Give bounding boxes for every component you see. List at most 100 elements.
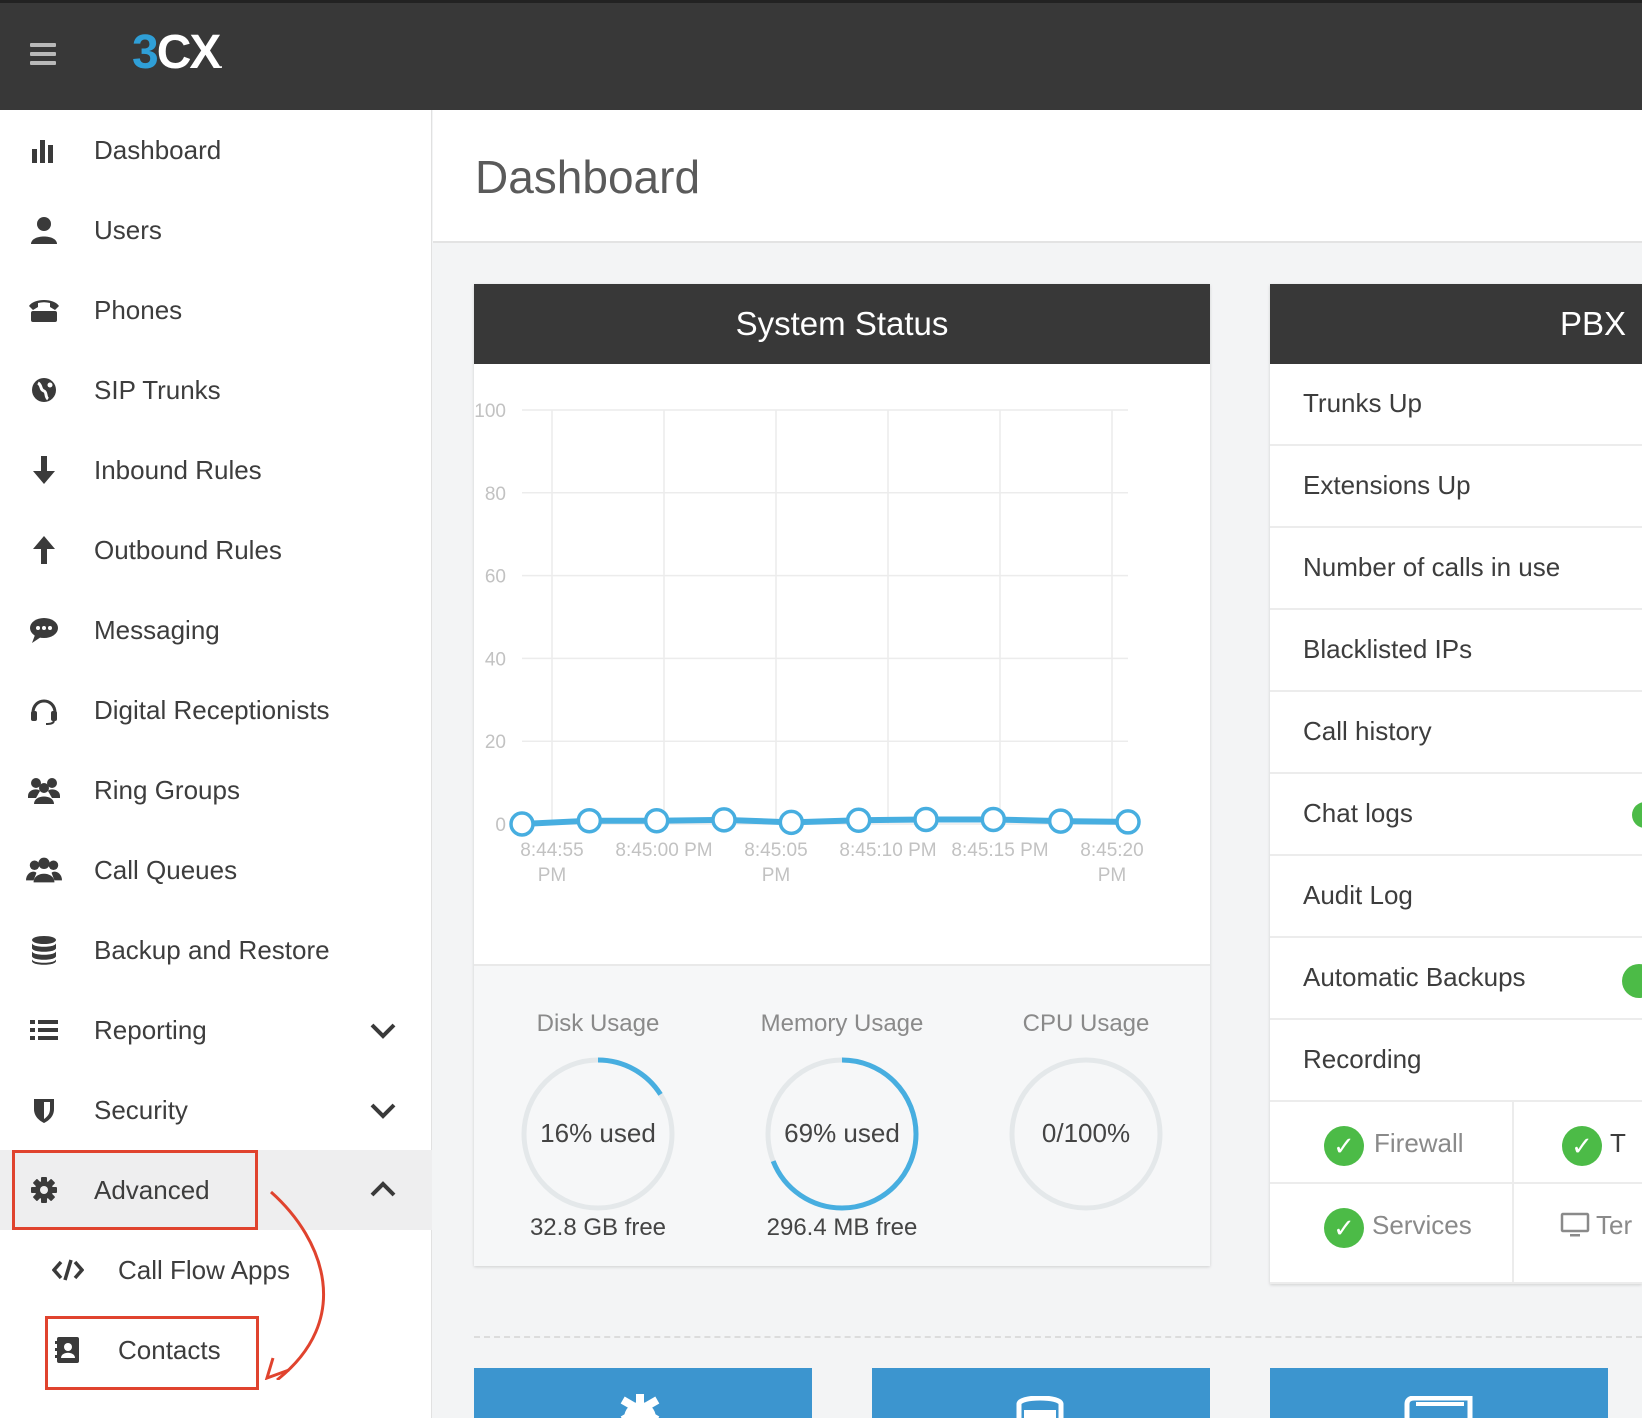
pbx-check-label: Ter <box>1596 1210 1633 1240</box>
pbx-row-trunks-up[interactable]: Trunks Up <box>1270 364 1642 446</box>
hamburger-menu-icon[interactable] <box>30 43 56 65</box>
gear-icon <box>612 1394 668 1418</box>
main-content: Dashboard System Status 0 20 40 60 80 100 8:44… <box>433 110 1642 1418</box>
highlight-box-contacts <box>45 1316 259 1390</box>
sidebar-item-label: Phones <box>94 294 183 325</box>
sidebar-item-users[interactable]: Users <box>0 190 432 270</box>
y-tick-label: 40 <box>485 649 506 670</box>
pbx-row-automatic-backups[interactable]: Automatic Backups <box>1270 938 1642 1020</box>
sidebar-item-inbound-rules[interactable]: Inbound Rules <box>0 430 432 510</box>
shield-icon <box>26 1092 62 1128</box>
pbx-check-firewall[interactable]: ✓ Firewall <box>1270 1102 1514 1184</box>
pbx-check-label: T <box>1610 1128 1626 1158</box>
sidebar: Dashboard Users Phones SIP Trunks Inboun… <box>0 110 432 1418</box>
code-icon <box>50 1252 86 1288</box>
data-point <box>913 806 939 833</box>
chevron-up-icon[interactable] <box>370 1177 396 1203</box>
sidebar-item-label: Security <box>94 1094 188 1125</box>
database-icon <box>26 932 62 968</box>
system-status-panel: System Status 0 20 40 60 80 100 8:44:55 PM 8:45:… <box>474 284 1210 1266</box>
pbx-row-recording[interactable]: Recording <box>1270 1020 1642 1102</box>
data-point <box>576 807 603 834</box>
gauge-title: Memory Usage <box>760 1010 924 1037</box>
data-point <box>509 811 535 837</box>
usage-gauges: Disk Usage 16% used 32.8 GB free Memory … <box>474 964 1210 1266</box>
pbx-row-blacklisted-ips[interactable]: Blacklisted IPs <box>1270 610 1642 692</box>
shortcut-tile-database[interactable] <box>872 1368 1210 1418</box>
sidebar-item-label: SIP Trunks <box>94 374 221 405</box>
pbx-row-chat-logs[interactable]: Chat logs <box>1270 774 1642 856</box>
pbx-row-label: Audit Log <box>1303 880 1413 910</box>
sidebar-item-label: Messaging <box>94 614 220 645</box>
sidebar-item-reporting[interactable]: Reporting <box>0 990 432 1070</box>
pbx-row-call-history[interactable]: Call history <box>1270 692 1642 774</box>
y-tick-label: 20 <box>485 732 506 753</box>
sidebar-item-backup-and-restore[interactable]: Backup and Restore <box>0 910 432 990</box>
sidebar-item-label: Inbound Rules <box>94 454 262 485</box>
check-icon: ✓ <box>1562 1126 1602 1166</box>
y-tick-label: 0 <box>495 815 506 836</box>
gauge-subtext: 296.4 MB free <box>766 1214 918 1241</box>
sidebar-item-messaging[interactable]: Messaging <box>0 590 432 670</box>
sidebar-item-call-flow-apps[interactable]: Call Flow Apps <box>0 1230 432 1310</box>
sidebar-item-dashboard[interactable]: Dashboard <box>0 110 432 190</box>
sidebar-item-sip-trunks[interactable]: SIP Trunks <box>0 350 432 430</box>
sidebar-item-label: Users <box>94 214 162 245</box>
pbx-check-label: Services <box>1372 1210 1472 1240</box>
pbx-row-extensions-up[interactable]: Extensions Up <box>1270 446 1642 528</box>
sidebar-item-label: Ring Groups <box>94 774 240 805</box>
sidebar-item-label: Backup and Restore <box>94 934 330 965</box>
data-point <box>845 807 872 834</box>
arrow-down-icon <box>26 452 62 488</box>
sidebar-item-call-queues[interactable]: Call Queues <box>0 830 432 910</box>
sidebar-item-outbound-rules[interactable]: Outbound Rules <box>0 510 432 590</box>
pbx-row-label: Number of calls in use <box>1303 552 1561 582</box>
pbx-check-terminal[interactable]: Ter <box>1514 1184 1642 1284</box>
data-point <box>980 806 1007 833</box>
app-logo[interactable]: 3CX. <box>132 25 223 80</box>
y-tick-label: 80 <box>485 484 506 505</box>
sidebar-item-label: Call Queues <box>94 854 238 885</box>
y-tick-label: 60 <box>485 567 506 588</box>
pbx-check-t[interactable]: ✓ T <box>1514 1102 1642 1184</box>
pbx-row-calls-in-use[interactable]: Number of calls in use <box>1270 528 1642 610</box>
sidebar-item-security[interactable]: Security <box>0 1070 432 1150</box>
data-point <box>1047 808 1074 834</box>
arrow-up-icon <box>26 532 62 568</box>
gauge-value: 16% used <box>540 1118 656 1148</box>
logo-cx: CX <box>156 26 222 79</box>
headset-icon <box>26 692 62 728</box>
x-tick-label: 8:44:55 <box>520 840 583 861</box>
annotation-arrow <box>264 1190 326 1380</box>
shortcut-tile-browser[interactable] <box>1270 1368 1608 1418</box>
pbx-row-label: Extensions Up <box>1303 470 1471 500</box>
shortcut-tile-settings[interactable] <box>474 1368 812 1418</box>
pbx-row-label: Chat logs <box>1303 798 1413 828</box>
sidebar-item-ring-groups[interactable]: Ring Groups <box>0 750 432 830</box>
pbx-check-services[interactable]: ✓ Services <box>1270 1184 1514 1284</box>
pbx-status-panel: PBX S Trunks Up Extensions Up Number of … <box>1270 284 1642 1284</box>
list-icon <box>26 1012 62 1048</box>
pbx-row-audit-log[interactable]: Audit Log <box>1270 856 1642 938</box>
data-point <box>643 807 670 834</box>
gauge-title: CPU Usage <box>1022 1010 1150 1037</box>
database-icon <box>1016 1395 1064 1418</box>
status-dot-icon <box>1632 802 1642 828</box>
memory-usage-gauge: Memory Usage 69% used 296.4 MB free <box>732 966 952 1268</box>
phone-icon <box>26 292 62 328</box>
gauge-value: 69% used <box>784 1118 900 1148</box>
page-header: Dashboard <box>433 110 1642 243</box>
group-icon <box>26 772 62 808</box>
chevron-down-icon[interactable] <box>370 1017 396 1043</box>
chevron-down-icon[interactable] <box>370 1097 396 1123</box>
pbx-check-label: Firewall <box>1374 1128 1464 1158</box>
gauge-title: Disk Usage <box>536 1010 660 1037</box>
window-icon <box>1404 1395 1474 1418</box>
check-icon: ✓ <box>1324 1208 1364 1248</box>
system-status-chart: 0 20 40 60 80 100 8:44:55 PM 8:45:00 PM 8:45:05 PM… <box>474 364 1210 964</box>
sidebar-item-digital-receptionists[interactable]: Digital Receptionists <box>0 670 432 750</box>
pbx-row-label: Trunks Up <box>1303 388 1422 418</box>
x-tick-label: 8:45:15 PM <box>951 840 1048 861</box>
chat-bubble-icon <box>26 612 62 648</box>
sidebar-item-phones[interactable]: Phones <box>0 270 432 350</box>
